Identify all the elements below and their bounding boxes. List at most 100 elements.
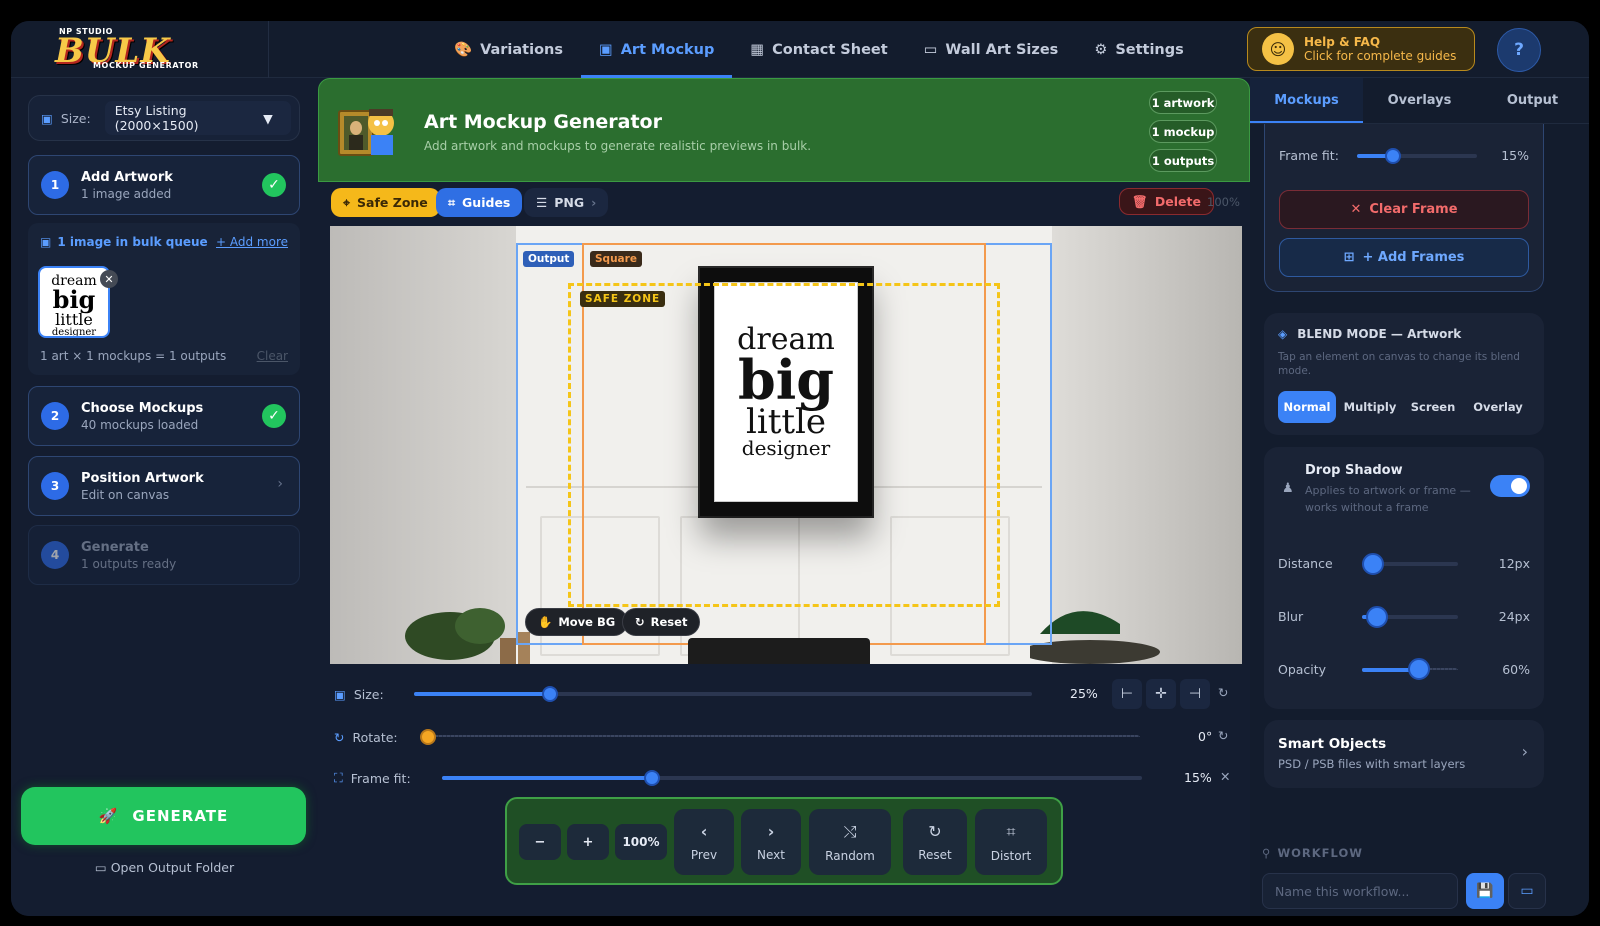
question-icon[interactable]: ? — [1497, 28, 1541, 72]
zoom-level[interactable]: 100% — [615, 824, 667, 860]
guides-button[interactable]: ⌗ Guides — [436, 188, 523, 217]
nav-wall-art-sizes[interactable]: ▭ Wall Art Sizes — [906, 21, 1077, 78]
drop-shadow-card: ♟ Drop Shadow Applies to artwork or fram… — [1264, 447, 1544, 709]
chevron-down-icon: ▼ — [263, 110, 273, 126]
crop-icon: ⌗ — [1006, 821, 1016, 841]
open-output-folder-button[interactable]: ▭ Open Output Folder — [11, 860, 318, 875]
move-bg-button[interactable]: ✋ Move BG — [525, 608, 629, 636]
blur-slider-handle[interactable] — [1366, 606, 1388, 628]
tab-mockups[interactable]: Mockups — [1250, 78, 1363, 123]
opacity-slider[interactable] — [1362, 658, 1458, 680]
bulk-queue: ▣ 1 image in bulk queue + Add more dream … — [28, 223, 300, 375]
remove-thumbnail-icon[interactable]: ✕ — [100, 270, 118, 288]
frame-fit-control: ⛶ Frame fit: 15% ✕ — [334, 769, 1231, 786]
blend-overlay-button[interactable]: Overlay — [1466, 391, 1530, 423]
align-left-icon[interactable]: ⊢ — [1112, 679, 1142, 709]
mockup-canvas[interactable]: dream big little designer Output Square … — [330, 226, 1242, 664]
canvas-reset-button[interactable]: ↻ Reset — [622, 608, 701, 636]
top-bar: NP STUDIO BULK MOCKUP GENERATOR 🎨 Variat… — [11, 21, 1589, 78]
nav-art-mockup[interactable]: ▣ Art Mockup — [581, 21, 733, 78]
align-center-icon[interactable]: ✛ — [1146, 679, 1176, 709]
smart-objects-card[interactable]: Smart Objects PSD / PSB files with smart… — [1264, 720, 1544, 788]
gear-icon: ⚙ — [1094, 41, 1108, 58]
tab-output[interactable]: Output — [1476, 78, 1589, 123]
frame-fit-icon: ⛶ — [334, 770, 343, 785]
chevron-right-icon: › — [767, 822, 775, 841]
step-position-artwork[interactable]: 3 Position Artwork Edit on canvas › — [28, 456, 300, 516]
step-add-artwork[interactable]: 1 Add Artwork 1 image added ✓ — [28, 155, 300, 215]
distance-slider-handle[interactable] — [1362, 553, 1384, 575]
add-frames-button[interactable]: ⊞ + Add Frames — [1279, 238, 1529, 277]
blend-screen-button[interactable]: Screen — [1404, 391, 1462, 423]
reset-button[interactable]: ↻ Reset — [903, 809, 967, 875]
folder-icon[interactable]: ▭ — [1508, 873, 1546, 909]
frame-fit-slider[interactable] — [1357, 148, 1477, 164]
main-area: Art Mockup Generator Add artwork and moc… — [318, 78, 1250, 916]
frame-fit-slider-handle[interactable] — [644, 770, 660, 786]
output-tag: Output — [523, 251, 575, 267]
chevron-left-icon: ‹ — [700, 822, 708, 841]
clear-frame-button[interactable]: ✕ Clear Frame — [1279, 190, 1529, 229]
trash-icon: 🗑 — [1132, 193, 1148, 209]
left-sidebar: ▣ Size: Etsy Listing (2000×1500) ▼ 1 Add… — [11, 78, 318, 916]
rotate-slider-handle[interactable] — [420, 729, 436, 745]
shadow-icon: ♟ — [1282, 481, 1294, 496]
zoom-in-button[interactable]: + — [567, 824, 609, 860]
reset-rotate-icon[interactable]: ↻ — [1218, 728, 1228, 743]
rotate-slider[interactable] — [420, 729, 1140, 745]
size-slider[interactable] — [414, 686, 1032, 702]
frame-fit-slider[interactable] — [442, 770, 1142, 786]
random-button[interactable]: ⤭ Random — [809, 809, 891, 875]
crop-icon: ⌗ — [448, 194, 456, 210]
sliders-icon: ☰ — [536, 195, 548, 210]
nav-variations[interactable]: 🎨 Variations — [436, 21, 581, 78]
distance-slider[interactable] — [1362, 553, 1458, 575]
zoom-out-button[interactable]: − — [519, 824, 561, 860]
format-button[interactable]: ☰ PNG › — [524, 188, 609, 217]
frame-card: Frame fit: 15% ✕ Clear Frame ⊞ + Add Frame… — [1264, 124, 1544, 292]
chevron-right-icon: › — [1521, 742, 1528, 761]
rotate-control: ↻ Rotate: 0° ↻ — [334, 728, 1229, 745]
reset-icon: ↻ — [635, 615, 645, 629]
nav-contact-sheet[interactable]: ▦ Contact Sheet — [732, 21, 905, 78]
right-tabs: Mockups Overlays Output — [1250, 78, 1589, 124]
add-more-link[interactable]: + Add more — [216, 235, 288, 249]
drop-shadow-toggle[interactable] — [1490, 475, 1530, 497]
next-button[interactable]: › Next — [741, 809, 801, 875]
help-faq-button[interactable]: ☺ Help & FAQ Click for complete guides — [1247, 27, 1475, 71]
image-size-icon: ▣ — [334, 686, 346, 702]
size-dropdown[interactable]: Etsy Listing (2000×1500) ▼ — [104, 101, 291, 135]
clear-queue-link[interactable]: Clear — [257, 349, 288, 363]
target-icon: ⌖ — [343, 194, 351, 210]
nav-settings[interactable]: ⚙ Settings — [1076, 21, 1201, 78]
reset-size-icon[interactable]: ↻ — [1218, 685, 1228, 700]
safe-zone-button[interactable]: ⌖ Safe Zone — [331, 188, 440, 217]
opacity-slider-handle[interactable] — [1408, 658, 1430, 680]
close-icon[interactable]: ✕ — [1220, 769, 1230, 784]
frame-fit-slider-handle[interactable] — [1385, 148, 1401, 164]
blur-slider[interactable] — [1362, 606, 1458, 628]
blend-normal-button[interactable]: Normal — [1278, 391, 1336, 423]
step-choose-mockups[interactable]: 2 Choose Mockups 40 mockups loaded ✓ — [28, 386, 300, 446]
distort-button[interactable]: ⌗ Distort — [975, 809, 1047, 875]
generate-button[interactable]: 🚀 GENERATE — [21, 787, 306, 845]
shuffle-icon: ⤭ — [843, 821, 857, 841]
delete-button[interactable]: 🗑 Delete — [1119, 188, 1214, 215]
image-size-icon: ▣ — [41, 110, 53, 126]
mascot-mona-lisa-icon — [338, 109, 394, 156]
image-icon: ▣ — [599, 41, 613, 58]
reset-icon: ↻ — [928, 822, 942, 841]
blend-multiply-button[interactable]: Multiply — [1340, 391, 1400, 423]
close-icon: ✕ — [1350, 202, 1362, 217]
workflow-name-input[interactable]: Name this workflow... — [1262, 873, 1458, 909]
tab-overlays[interactable]: Overlays — [1363, 78, 1476, 123]
prev-button[interactable]: ‹ Prev — [674, 809, 734, 875]
save-workflow-icon[interactable]: 💾 — [1466, 873, 1504, 909]
square-tag: Square — [590, 251, 642, 267]
safe-zone-tag: SAFE ZONE — [580, 291, 666, 307]
size-slider-handle[interactable] — [542, 686, 558, 702]
step-generate[interactable]: 4 Generate 1 outputs ready — [28, 525, 300, 585]
grid-icon: ▦ — [750, 41, 765, 58]
artwork-count-pill: 1 artwork — [1149, 91, 1217, 114]
align-right-icon[interactable]: ⊣ — [1180, 679, 1210, 709]
